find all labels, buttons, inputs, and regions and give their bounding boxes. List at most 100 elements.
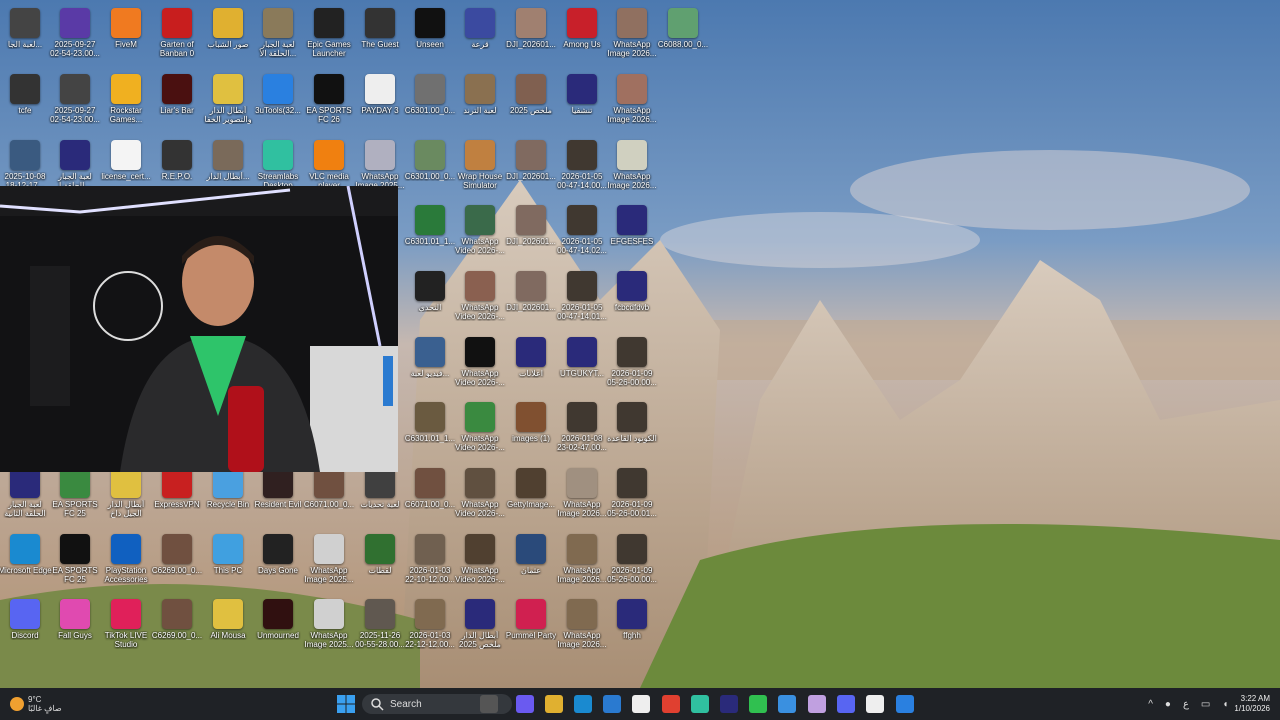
desktop-icon[interactable]: The Guest [355, 4, 405, 66]
desktop-icon[interactable]: 2025-09-27 02-54-23.00... [50, 4, 100, 66]
desktop-icon[interactable]: التحدي [405, 267, 455, 329]
desktop-icon[interactable]: لقطات [355, 530, 405, 592]
desktop-icon[interactable]: 2026-01-09 05-26-00.00... [607, 530, 657, 592]
desktop-icon[interactable]: images (1) [506, 398, 556, 460]
desktop-icon[interactable]: Garten of Banban 0 [152, 4, 202, 66]
taskbar-clock[interactable]: 3:22 AM 1/10/2026 [1234, 694, 1270, 714]
desktop-icon[interactable]: DJI_202601... [506, 136, 556, 198]
desktop-icon[interactable]: 2026-01-03 22-10-12.00... [405, 530, 455, 592]
desktop-icon[interactable]: Microsoft Edge [0, 530, 52, 592]
desktop-icon[interactable]: WhatsApp Video 2026-... [455, 201, 505, 263]
desktop-icon[interactable]: WhatsApp Video 2026-... [455, 398, 505, 460]
desktop-icon[interactable]: PAYDAY 3 [355, 70, 405, 132]
desktop-icon[interactable]: 2026-01-09 05-26-00.01... [607, 464, 657, 526]
desktop-icon[interactable]: Rockstar Games... [101, 70, 151, 132]
desktop-icon[interactable]: DJI_202601... [506, 267, 556, 329]
desktop-icon[interactable]: عثمان [506, 530, 556, 592]
desktop-icon[interactable]: C6301.01_1... [405, 398, 455, 460]
desktop-icon[interactable]: C6071.00_0... [304, 464, 354, 526]
desktop-icon[interactable]: WhatsApp Video 2026-... [455, 464, 505, 526]
desktop-icon[interactable]: WhatsApp Video 2026-... [455, 267, 505, 329]
desktop-icon[interactable]: 2025-09-27 02-54-23.00... [50, 70, 100, 132]
desktop-icon[interactable]: C6269.00_0... [152, 595, 202, 657]
desktop-icon[interactable]: Epic Games Launcher [304, 4, 354, 66]
desktop-icon[interactable]: C6301.00_0... [405, 70, 455, 132]
desktop-icon[interactable]: ffghh [607, 595, 657, 657]
desktop-icon[interactable]: الكوتود القاعدة [607, 398, 657, 460]
desktop-icon[interactable]: WhatsApp Image 2026... [557, 530, 607, 592]
taskbar-app-chrome-icon[interactable] [662, 695, 680, 713]
desktop-icon[interactable]: قرعة [455, 4, 505, 66]
desktop-icon[interactable]: تنشفيا [557, 70, 607, 132]
desktop-icon[interactable]: GettyImage... [506, 464, 556, 526]
desktop-icon[interactable]: 2025-11-26 00-55-28.00... [355, 595, 405, 657]
taskbar-app-discord-icon[interactable] [837, 695, 855, 713]
desktop-icon[interactable]: EFGESFES [607, 201, 657, 263]
taskbar-app-file-explorer-icon[interactable] [545, 695, 563, 713]
desktop-icon[interactable]: EA SPORTS FC 25 [50, 530, 100, 592]
desktop-icon[interactable]: DJI_202601... [506, 4, 556, 66]
weather-widget[interactable]: 9°C صافٍ غالبًا [10, 688, 62, 720]
desktop-icon[interactable]: UTGUKYT... [557, 333, 607, 395]
taskbar-app-edge-icon[interactable] [574, 695, 592, 713]
desktop-icon[interactable]: أبطال الدار والتصوير الخفا [203, 70, 253, 132]
input-language-indicator[interactable]: ع [1183, 699, 1189, 710]
desktop-icon[interactable]: WhatsApp Image 2026... [607, 4, 657, 66]
taskbar-app-whatsapp-icon[interactable] [749, 695, 767, 713]
desktop-icon[interactable]: Recycle Bin [203, 464, 253, 526]
desktop-icon[interactable]: 2026-01-08 23-02-47.00... [557, 398, 607, 460]
desktop-icon[interactable]: Unseen [405, 4, 455, 66]
desktop-icon[interactable]: Fall Guys [50, 595, 100, 657]
microphone-icon[interactable]: ● [1165, 699, 1171, 710]
taskbar-app-store-icon[interactable] [603, 695, 621, 713]
desktop-icon[interactable]: 2026-01-03 22-12-12.00... [405, 595, 455, 657]
taskbar-app-media-icon[interactable] [808, 695, 826, 713]
network-icon[interactable]: ▭ [1201, 699, 1210, 710]
desktop-icon[interactable]: WhatsApp Image 2025... [304, 595, 354, 657]
desktop-icon[interactable]: Ali Mousa [203, 595, 253, 657]
tray-chevron-up-icon[interactable]: ^ [1148, 699, 1153, 710]
desktop-icon[interactable]: اعلانات [506, 333, 556, 395]
desktop-icon[interactable]: EA SPORTS FC 26 [304, 70, 354, 132]
desktop-icon[interactable]: 2026-01-05 00-47-14.02... [557, 201, 607, 263]
desktop-icon[interactable]: Liar's Bar [152, 70, 202, 132]
desktop-icon[interactable]: 3uTools(32... [253, 70, 303, 132]
windows-start-icon[interactable] [336, 694, 356, 714]
taskbar-app-app2-icon[interactable] [896, 695, 914, 713]
taskbar-app-capcut-icon[interactable] [866, 695, 884, 713]
taskbar-app-streamlabs-icon[interactable] [691, 695, 709, 713]
desktop-icon[interactable]: Unmourned [253, 595, 303, 657]
desktop-icon[interactable]: fcbcdfdvb [607, 267, 657, 329]
desktop-icon[interactable]: أبطال الدار الجيل داخ [101, 464, 151, 526]
desktop-icon[interactable]: DJI_202601... [506, 201, 556, 263]
desktop-icon[interactable]: C6071.00_0... [405, 464, 455, 526]
desktop-icon[interactable]: C6088.00_0... [658, 4, 708, 66]
desktop-icon[interactable]: TikTok LIVE Studio [101, 595, 151, 657]
taskbar-app-maps-icon[interactable] [632, 695, 650, 713]
desktop-icon[interactable]: لعبة الجا... [0, 4, 50, 66]
desktop-icon[interactable]: FiveM [101, 4, 151, 66]
desktop-icon[interactable]: EA SPORTS FC 25 [50, 464, 100, 526]
desktop-icon[interactable]: فيديو لعبة... [405, 333, 455, 395]
desktop-icon[interactable]: ExpressVPN [152, 464, 202, 526]
desktop-icon[interactable]: PlayStation Accessories [101, 530, 151, 592]
desktop-icon[interactable]: Wrap House Simulator [455, 136, 505, 198]
desktop-icon[interactable]: ملخص 2025 [506, 70, 556, 132]
desktop-icon[interactable]: صور الشباب [203, 4, 253, 66]
volume-icon[interactable]: ◖ [1222, 699, 1228, 710]
desktop-icon[interactable]: لعبة الجبار الحلقة الأ... [253, 4, 303, 66]
desktop-icon[interactable]: أبطال الدار ملخص 2025 [455, 595, 505, 657]
desktop-icon[interactable]: WhatsApp Image 2026... [607, 136, 657, 198]
desktop-icon[interactable]: 2026-01-05 00-47-14.01... [557, 267, 607, 329]
desktop-icon[interactable]: 2026-01-05 00-47-14.00... [557, 136, 607, 198]
desktop-icon[interactable]: 2026-01-09 05-26-00.00... [607, 333, 657, 395]
desktop-icon[interactable]: tcfe [0, 70, 50, 132]
desktop-icon[interactable]: Resident Evil [253, 464, 303, 526]
desktop-icon[interactable]: WhatsApp Image 2026... [557, 464, 607, 526]
desktop-icon[interactable]: This PC [203, 530, 253, 592]
desktop-icon[interactable]: لعبة الجبار الحلقة الثانية [0, 464, 50, 526]
desktop-icon[interactable]: Days Gone [253, 530, 303, 592]
taskbar-app-premiere-icon[interactable] [720, 695, 738, 713]
desktop-icon[interactable]: C6269.00_0... [152, 530, 202, 592]
desktop-icon[interactable]: WhatsApp Image 2025... [304, 530, 354, 592]
